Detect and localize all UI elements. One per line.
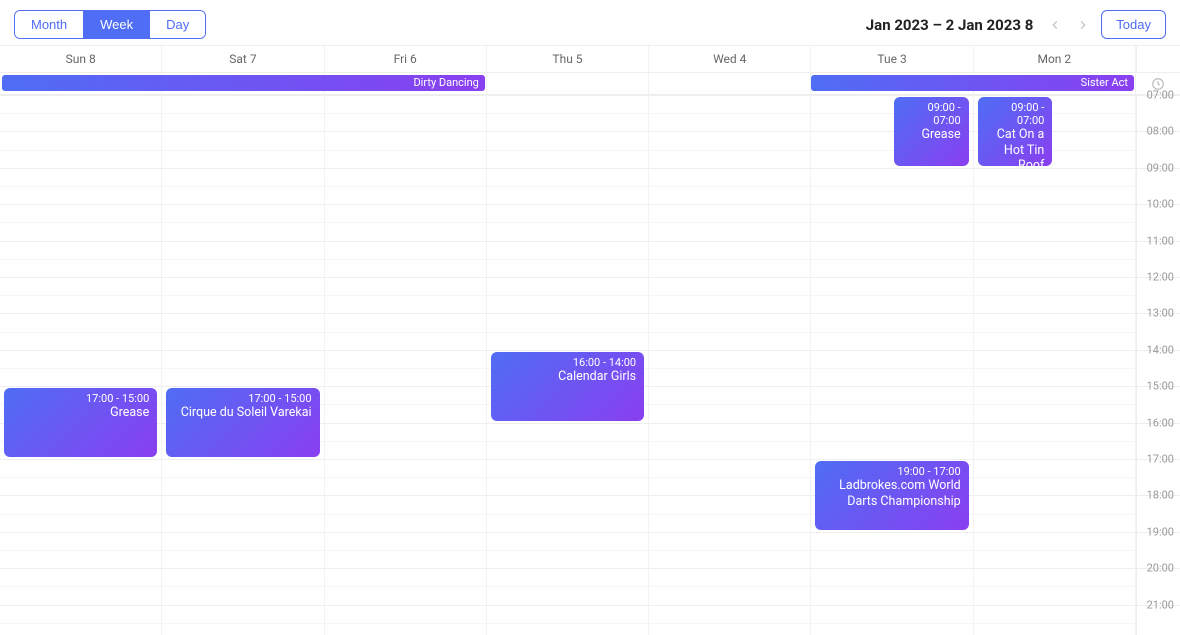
toolbar-right: Jan 2023 – 2 Jan 2023 8 Today — [866, 10, 1166, 39]
day-column[interactable] — [649, 95, 811, 635]
event-time: 09:00 - 07:00 — [986, 101, 1045, 127]
hour-label: 17:00 — [1147, 453, 1174, 466]
event-time: 19:00 - 17:00 — [823, 465, 960, 478]
calendar-event[interactable]: 19:00 - 17:00Ladbrokes.com World Darts C… — [815, 461, 968, 530]
prev-week-button[interactable] — [1045, 15, 1065, 35]
event-title: Cirque du Soleil Varekai — [174, 405, 311, 421]
hour-label: 12:00 — [1147, 271, 1174, 284]
day-column[interactable] — [325, 95, 487, 635]
calendar-event[interactable]: 09:00 - 07:00Cat On a Hot Tin Roof — [978, 97, 1053, 166]
today-button[interactable]: Today — [1101, 10, 1166, 39]
hour-label: 08:00 — [1147, 125, 1174, 138]
hour-label: 21:00 — [1147, 598, 1174, 611]
calendar: Sun 8Sat 7Fri 6Thu 5Wed 4Tue 3Mon 2 Dirt… — [0, 45, 1180, 635]
hour-label: 09:00 — [1147, 161, 1174, 174]
day-header: Fri 6 — [325, 46, 487, 72]
event-title: Grease — [12, 405, 149, 421]
allday-row: Dirty Dancing Sister Act — [0, 73, 1180, 95]
calendar-event[interactable]: 17:00 - 15:00Grease — [4, 388, 157, 457]
allday-event[interactable]: Dirty Dancing — [2, 75, 485, 91]
hour-label: 14:00 — [1147, 343, 1174, 356]
day-column[interactable]: 09:00 - 07:00Cat On a Hot Tin Roof — [974, 95, 1136, 635]
toolbar: Month Week Day Jan 2023 – 2 Jan 2023 8 T… — [0, 0, 1180, 45]
event-time: 17:00 - 15:00 — [12, 392, 149, 405]
day-header: Mon 2 — [974, 46, 1136, 72]
hour-label: 19:00 — [1147, 525, 1174, 538]
allday-event[interactable]: Sister Act — [811, 75, 1134, 91]
allday-cell — [487, 73, 649, 94]
view-day-button[interactable]: Day — [149, 11, 205, 38]
calendar-event[interactable]: 16:00 - 14:00Calendar Girls — [491, 352, 644, 421]
view-switch: Month Week Day — [14, 10, 206, 39]
day-header-row: Sun 8Sat 7Fri 6Thu 5Wed 4Tue 3Mon 2 — [0, 45, 1180, 73]
date-range-label: Jan 2023 – 2 Jan 2023 8 — [866, 16, 1034, 34]
event-title: Grease — [902, 127, 961, 143]
day-header: Sat 7 — [162, 46, 324, 72]
calendar-event[interactable]: 17:00 - 15:00Cirque du Soleil Varekai — [166, 388, 319, 457]
day-columns: 17:00 - 15:00Grease17:00 - 15:00Cirque d… — [0, 95, 1136, 635]
view-week-button[interactable]: Week — [83, 11, 149, 38]
day-column[interactable]: 17:00 - 15:00Cirque du Soleil Varekai — [162, 95, 324, 635]
event-time: 09:00 - 07:00 — [902, 101, 961, 127]
day-column[interactable]: 17:00 - 15:00Grease — [0, 95, 162, 635]
grid-body: 17:00 - 15:00Grease17:00 - 15:00Cirque d… — [0, 95, 1180, 635]
day-header: Thu 5 — [487, 46, 649, 72]
hour-label: 20:00 — [1147, 562, 1174, 575]
day-header: Wed 4 — [649, 46, 811, 72]
event-time: 16:00 - 14:00 — [499, 356, 636, 369]
calendar-event[interactable]: 09:00 - 07:00Grease — [894, 97, 969, 166]
hour-label: 07:00 — [1147, 89, 1174, 102]
day-header: Tue 3 — [811, 46, 973, 72]
hour-label: 16:00 — [1147, 416, 1174, 429]
allday-cell — [649, 73, 811, 94]
hour-label: 15:00 — [1147, 380, 1174, 393]
day-column[interactable]: 19:00 - 17:00Ladbrokes.com World Darts C… — [811, 95, 973, 635]
event-title: Calendar Girls — [499, 369, 636, 385]
time-gutter-header — [1136, 46, 1180, 72]
day-header: Sun 8 — [0, 46, 162, 72]
time-gutter: 07:0008:0009:0010:0011:0012:0013:0014:00… — [1136, 95, 1180, 635]
event-title: Cat On a Hot Tin Roof — [986, 127, 1045, 166]
next-week-button[interactable] — [1073, 15, 1093, 35]
hour-label: 11:00 — [1147, 234, 1174, 247]
hour-label: 10:00 — [1147, 198, 1174, 211]
event-title: Ladbrokes.com World Darts Championship — [823, 478, 960, 509]
view-month-button[interactable]: Month — [15, 11, 83, 38]
hour-label: 18:00 — [1147, 489, 1174, 502]
day-column[interactable]: 16:00 - 14:00Calendar Girls — [487, 95, 649, 635]
event-time: 17:00 - 15:00 — [174, 392, 311, 405]
hour-label: 13:00 — [1147, 307, 1174, 320]
